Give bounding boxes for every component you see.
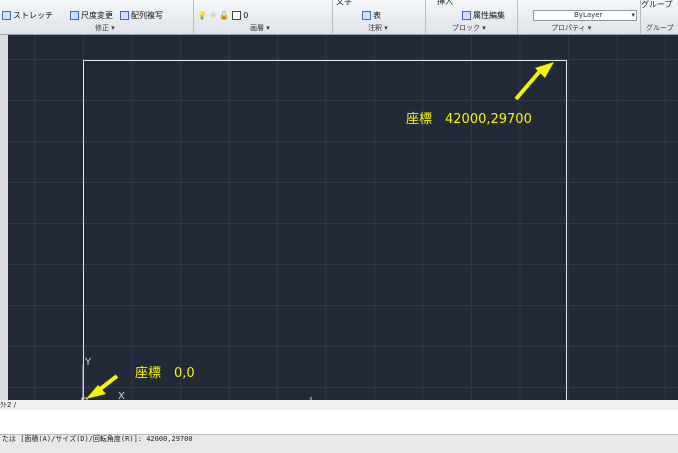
left-edge-strip	[0, 35, 8, 400]
scale-button[interactable]: 尺度変更	[70, 9, 113, 22]
table-label: 表	[373, 11, 381, 20]
stretch-icon	[2, 11, 11, 20]
table-button[interactable]: 表	[362, 9, 381, 22]
stretch-button[interactable]: ストレッチ	[2, 9, 53, 22]
array-label: 配列複写	[131, 11, 163, 20]
annotation-overlay	[81, 62, 554, 400]
panel-title-layer[interactable]: 画層 ▾	[250, 23, 270, 34]
ucs-x-label: X	[118, 391, 125, 400]
attribute-edit-label: 属性編集	[473, 11, 505, 20]
panel-title-annotation[interactable]: 注釈 ▾	[368, 23, 388, 34]
command-area-blank	[0, 410, 678, 434]
panel-title-modify[interactable]: 修正 ▾	[95, 23, 115, 34]
ribbon: 文字 挿入 グループ ストレッチ 尺度変更 配列複写 💡 ☼ 🔓 0 表 属性編…	[0, 0, 678, 35]
command-history: ｸﾄ2 /	[0, 400, 678, 410]
table-icon	[362, 11, 371, 20]
panel-title-groups[interactable]: グループ	[646, 23, 674, 34]
panel-title-properties[interactable]: プロパティ ▾	[551, 23, 591, 34]
coordinate-label-topright: 座標 42000,29700	[406, 112, 532, 127]
array-button[interactable]: 配列複写	[120, 9, 163, 22]
coordinate-label-origin: 座標 0,0	[135, 366, 195, 381]
attribute-edit-button[interactable]: 属性編集	[462, 9, 505, 22]
drawing-canvas[interactable]: 座標 42000,29700 座標 0,0 Y X	[8, 35, 678, 400]
command-line[interactable]: たは [面積(A)/サイズ(D)/回転角度(R)]: 42000,29700	[0, 434, 678, 453]
group-tool-label[interactable]: グループ	[641, 0, 673, 9]
command-prompt[interactable]: たは [面積(A)/サイズ(D)/回転角度(R)]: 42000,29700	[2, 435, 193, 443]
ribbon-top-cut-row: 文字 挿入 グループ	[0, 0, 678, 9]
topright-arrow-shaft	[514, 69, 542, 101]
scale-icon	[70, 11, 79, 20]
ribbon-panel-titles: 修正 ▾ 画層 ▾ 注釈 ▾ ブロック ▾ プロパティ ▾ グループ	[0, 23, 678, 34]
linetype-dropdown[interactable]: ByLayer	[533, 10, 637, 21]
insert-tool-label[interactable]: 挿入	[437, 0, 453, 7]
scale-label: 尺度変更	[81, 11, 113, 20]
command-history-line: ｸﾄ2 /	[0, 401, 17, 409]
attribute-edit-icon	[462, 11, 471, 20]
stretch-label: ストレッチ	[13, 11, 53, 20]
text-tool-label[interactable]: 文字	[336, 0, 352, 7]
panel-title-block[interactable]: ブロック ▾	[452, 23, 486, 34]
linetype-value: ByLayer	[574, 11, 603, 19]
array-icon	[120, 11, 129, 20]
ucs-y-label: Y	[85, 357, 92, 368]
